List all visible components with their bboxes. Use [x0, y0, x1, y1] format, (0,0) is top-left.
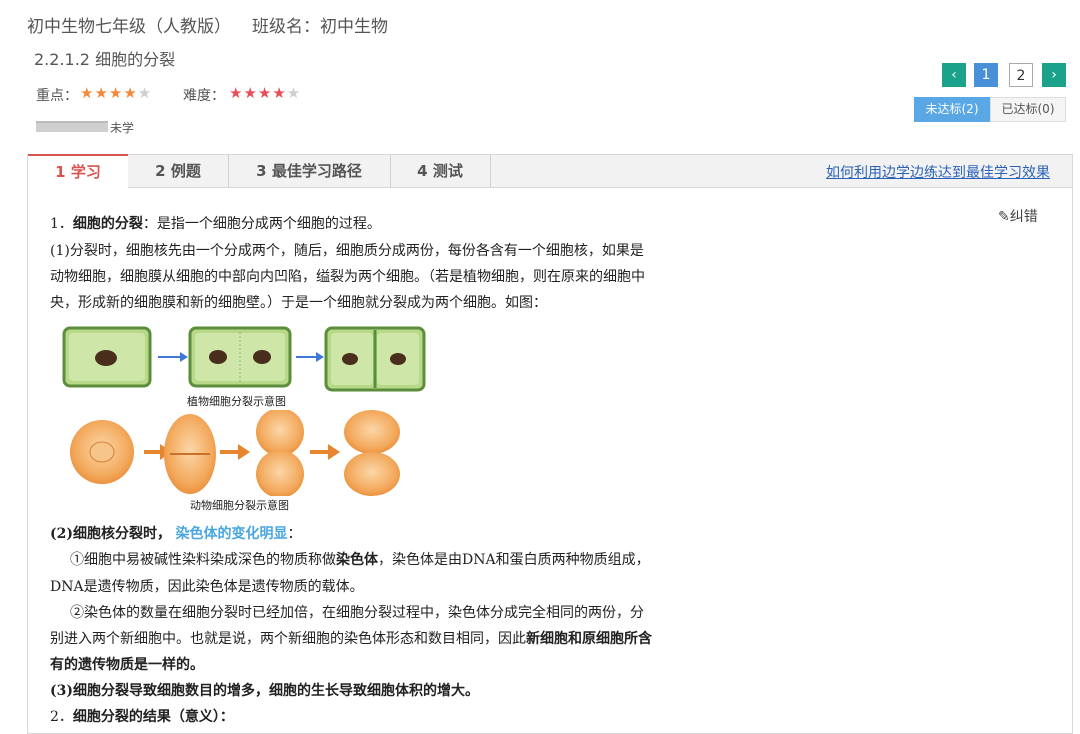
paragraph-3: (2)细胞核分裂时， 染色体的变化明显：: [50, 526, 302, 542]
help-link[interactable]: 如何利用边学边练达到最佳学习效果: [826, 162, 1050, 182]
paragraph-2-line-3: 央，形成新的细胞膜和新的细胞壁。）于是一个细胞就分裂成为两个细胞。如图：: [50, 295, 547, 311]
star-empty-icon: ★: [286, 84, 302, 102]
star-icon: ★★★★: [80, 84, 138, 102]
course-title: 初中生物七年级（人教版）: [27, 17, 231, 37]
paragraph-2-line-2: 动物细胞，细胞膜从细胞的中部向内凹陷，缢裂为两个细胞。（若是植物细胞，则在原来的…: [50, 269, 645, 285]
paragraph-4-line-1: ①细胞中易被碱性染料染成深色的物质称做染色体，染色体是由DNA和蛋白质两种物质组…: [70, 552, 650, 568]
tab-study[interactable]: 1 学习: [28, 154, 128, 189]
star-empty-icon: ★: [137, 84, 153, 102]
met-tab[interactable]: 已达标(0): [990, 97, 1066, 122]
difficulty-stars: ★★★★★: [229, 84, 301, 102]
paragraph-4-line-2: DNA是遗传物质，因此染色体是遗传物质的载体。: [50, 579, 364, 595]
difficulty-label: 难度：: [183, 88, 225, 104]
lesson-title: 2.2.1.2 细胞的分裂: [34, 50, 176, 69]
plant-figure-caption: 植物细胞分裂示意图: [187, 396, 286, 408]
pencil-icon: ✎: [998, 209, 1010, 225]
tab-learning-path[interactable]: 3 最佳学习路径: [228, 155, 391, 187]
star-icon: ★★★★: [229, 84, 287, 102]
animal-cell-division-figure: [70, 410, 400, 496]
paragraph-6: (3)细胞分裂导致细胞数目的增多，细胞的生长导致细胞体积的增大。: [50, 683, 479, 699]
animal-figure-caption: 动物细胞分裂示意图: [190, 500, 289, 512]
correct-error-button[interactable]: ✎纠错: [998, 206, 1038, 226]
tab-examples[interactable]: 2 例题: [128, 155, 229, 187]
paragraph-1: 1．细胞的分裂：是指一个细胞分成两个细胞的过程。: [50, 216, 381, 232]
tab-test[interactable]: 4 测试: [390, 155, 491, 187]
next-page-button[interactable]: ›: [1042, 63, 1066, 87]
progress-label: 未学: [110, 121, 135, 135]
page-1-button[interactable]: 1: [974, 63, 998, 87]
importance-stars: ★★★★★: [80, 84, 152, 102]
paragraph-5-line-2: 别进入两个新细胞中。也就是说，两个新细胞的染色体形态和数目相同，因此新细胞和原细…: [50, 631, 652, 647]
paragraph-7: 2．细胞分裂的结果（意义）：: [50, 709, 234, 725]
paragraph-2-line-1: (1)分裂时，细胞核先由一个分成两个，随后，细胞质分成两份，每份各含有一个细胞核…: [50, 243, 644, 259]
progress-bar: [36, 121, 108, 132]
class-name: 班级名：初中生物: [252, 17, 388, 37]
paragraph-5-line-3: 有的遗传物质是一样的。: [50, 657, 204, 673]
prev-page-button[interactable]: ‹: [942, 63, 966, 87]
not-met-tab[interactable]: 未达标(2): [914, 97, 990, 122]
paragraph-5-line-1: ②染色体的数量在细胞分裂时已经加倍，在细胞分裂过程中，染色体分成完全相同的两份，…: [70, 605, 644, 621]
importance-label: 重点：: [36, 88, 78, 104]
page-2-button[interactable]: 2: [1009, 63, 1033, 87]
